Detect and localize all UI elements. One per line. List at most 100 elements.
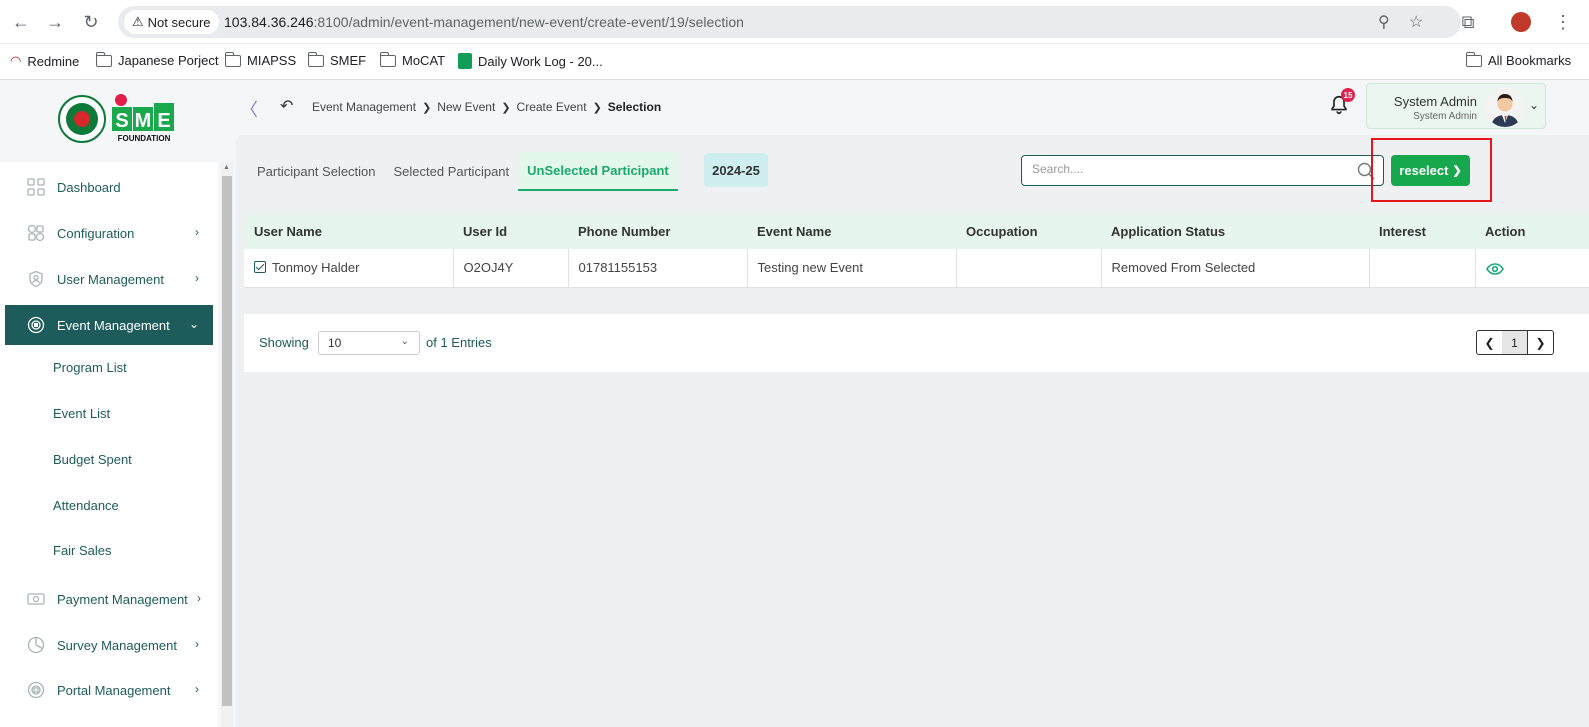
forward-arrow-icon[interactable]: → xyxy=(42,9,68,35)
tab-participant-selection[interactable]: Participant Selection xyxy=(248,152,385,191)
bookmark-mocat[interactable]: MoCAT xyxy=(379,51,445,68)
sme-foundation-logo: S M E FOUNDATION xyxy=(58,94,174,143)
star-icon[interactable]: ☆ xyxy=(1409,12,1423,32)
user-menu[interactable]: System Admin System Admin ⌄ xyxy=(1366,83,1546,129)
sidebar-collapse-icon[interactable]: 〈 xyxy=(240,96,258,122)
sidebar-subitem-budget-spent[interactable]: Budget Spent xyxy=(53,452,132,467)
back-arrow-icon[interactable]: ← xyxy=(8,9,34,35)
folder-icon xyxy=(95,51,112,67)
extensions-icon[interactable]: ⧉ xyxy=(1455,9,1481,35)
table-row: Tonmoy Halder O2OJ4Y 01781155153 Testing… xyxy=(244,249,1589,288)
portal-icon xyxy=(27,681,45,699)
config-icon xyxy=(27,224,45,242)
chevron-right-icon: ❯ xyxy=(422,101,432,114)
chevron-right-icon: ❯ xyxy=(592,101,602,114)
shield-icon xyxy=(29,270,43,288)
zoom-icon[interactable]: ⚲ xyxy=(1378,12,1390,32)
showing-label: Showing xyxy=(259,335,309,350)
column-header-event-name: Event Name xyxy=(747,213,956,249)
entries-label: of 1 Entries xyxy=(426,335,492,350)
menu-dots-icon[interactable]: ⋮ xyxy=(1550,9,1576,35)
column-header-user-name: User Name xyxy=(244,213,453,249)
sidebar-item-survey-management[interactable]: Survey Management › xyxy=(5,625,213,665)
scroll-up-icon[interactable]: ▲ xyxy=(223,164,230,171)
sidebar-subitem-program-list[interactable]: Program List xyxy=(53,360,127,375)
sheets-icon xyxy=(458,53,472,69)
reload-icon[interactable]: ↻ xyxy=(78,9,104,35)
eye-icon[interactable] xyxy=(1485,263,1504,275)
sidebar-subitem-attendance[interactable]: Attendance xyxy=(53,498,119,513)
prev-page-button[interactable]: ❮ xyxy=(1476,330,1503,355)
page-number-button[interactable]: 1 xyxy=(1502,330,1527,355)
notification-badge: 15 xyxy=(1341,88,1355,102)
chevron-right-icon: › xyxy=(195,225,199,239)
sidebar-item-configuration[interactable]: Configuration › xyxy=(5,213,213,253)
breadcrumb-create-event[interactable]: Create Event xyxy=(517,100,587,114)
back-icon[interactable]: ↶ xyxy=(280,96,293,116)
cell-phone: 01781155153 xyxy=(568,249,748,288)
sidebar-scrollbar[interactable]: ▲ xyxy=(221,162,233,727)
bookmark-smef[interactable]: SMEF xyxy=(307,51,366,68)
sidebar-item-event-management[interactable]: Event Management ⌄ xyxy=(5,305,213,345)
chevron-down-icon[interactable]: ⌄ xyxy=(1529,98,1539,112)
bookmark-miapss[interactable]: MIAPSS xyxy=(224,51,296,68)
bookmark-daily-work-log[interactable]: Daily Work Log - 20... xyxy=(458,53,603,69)
address-bar[interactable]: ⚠ Not secure 103.84.36.246:8100/admin/ev… xyxy=(118,6,1461,38)
tab-unselected-participant[interactable]: UnSelected Participant xyxy=(518,152,678,191)
chevron-right-icon: ❯ xyxy=(501,101,511,114)
tab-selected-participant[interactable]: Selected Participant xyxy=(385,152,519,191)
per-page-select[interactable]: 10 ⌄ xyxy=(318,331,420,355)
svg-text:M: M xyxy=(135,110,152,132)
profile-avatar-icon[interactable] xyxy=(1511,12,1531,32)
svg-text:FOUNDATION: FOUNDATION xyxy=(118,134,171,143)
avatar xyxy=(1485,87,1525,127)
sidebar-item-user-management[interactable]: User Management › xyxy=(5,259,213,299)
column-header-phone-number: Phone Number xyxy=(568,213,747,249)
security-chip[interactable]: ⚠ Not secure xyxy=(124,10,219,34)
reselect-button[interactable]: reselect ❯ xyxy=(1391,155,1470,186)
chevron-right-icon: › xyxy=(195,682,199,696)
folder-icon xyxy=(224,51,241,67)
sidebar-subitem-fair-sales[interactable]: Fair Sales xyxy=(53,543,112,558)
breadcrumb-new-event[interactable]: New Event xyxy=(437,100,495,114)
bookmark-redmine[interactable]: ◠ Redmine xyxy=(10,53,79,69)
pagination-bar: Showing 10 ⌄ of 1 Entries ❮ 1 ❯ xyxy=(244,314,1589,372)
event-icon xyxy=(27,316,45,334)
chevron-left-icon: ❮ xyxy=(1484,335,1495,350)
all-bookmarks[interactable]: All Bookmarks xyxy=(1465,51,1571,68)
next-page-button[interactable]: ❯ xyxy=(1527,330,1554,355)
bookmark-japanese-porject[interactable]: Japanese Porject xyxy=(95,51,218,68)
breadcrumb-event-management[interactable]: Event Management xyxy=(312,100,416,114)
cell-event-name: Testing new Event xyxy=(747,249,957,288)
column-header-application-status: Application Status xyxy=(1101,213,1369,249)
sidebar-item-dashboard[interactable]: Dashboard xyxy=(5,167,213,207)
user-role: System Admin xyxy=(1413,111,1477,122)
app-root: S M E FOUNDATION 〈 ↶ Event Management ❯ … xyxy=(0,80,1589,727)
cell-action xyxy=(1475,249,1589,288)
cell-user-id: O2OJ4Y xyxy=(453,249,569,288)
main-panel: Participant Selection Selected Participa… xyxy=(236,135,1589,727)
cell-status: Removed From Selected xyxy=(1101,249,1370,288)
user-name: System Admin xyxy=(1393,94,1477,109)
bookmarks-bar: ◠ Redmine Japanese Porject MIAPSS SMEF M… xyxy=(0,44,1589,80)
sidebar-item-payment-management[interactable]: Payment Management › xyxy=(5,579,213,619)
chevron-right-icon: ❯ xyxy=(1452,165,1462,177)
scrollbar-thumb[interactable] xyxy=(222,176,232,706)
search-input[interactable] xyxy=(1032,162,1342,176)
folder-icon xyxy=(379,51,396,67)
cell-interest xyxy=(1369,249,1476,288)
grid-icon xyxy=(27,178,45,196)
column-header-action: Action xyxy=(1475,213,1589,249)
chevron-right-icon: ❯ xyxy=(1535,335,1546,350)
sidebar-subitem-event-list[interactable]: Event List xyxy=(53,406,110,421)
column-header-user-id: User Id xyxy=(453,213,568,249)
url-text[interactable]: 103.84.36.246:8100/admin/event-managemen… xyxy=(224,14,744,30)
sidebar-item-portal-management[interactable]: Portal Management › xyxy=(5,670,213,710)
tab-bar: Participant Selection Selected Participa… xyxy=(248,152,678,191)
checkbox[interactable] xyxy=(254,261,266,274)
browser-toolbar: ← → ↻ ⚠ Not secure 103.84.36.246:8100/ad… xyxy=(0,0,1589,44)
folder-icon xyxy=(307,51,324,67)
pie-icon xyxy=(27,636,45,654)
svg-text:E: E xyxy=(157,110,170,132)
sidebar: Dashboard Configuration › User Managemen… xyxy=(0,162,218,727)
